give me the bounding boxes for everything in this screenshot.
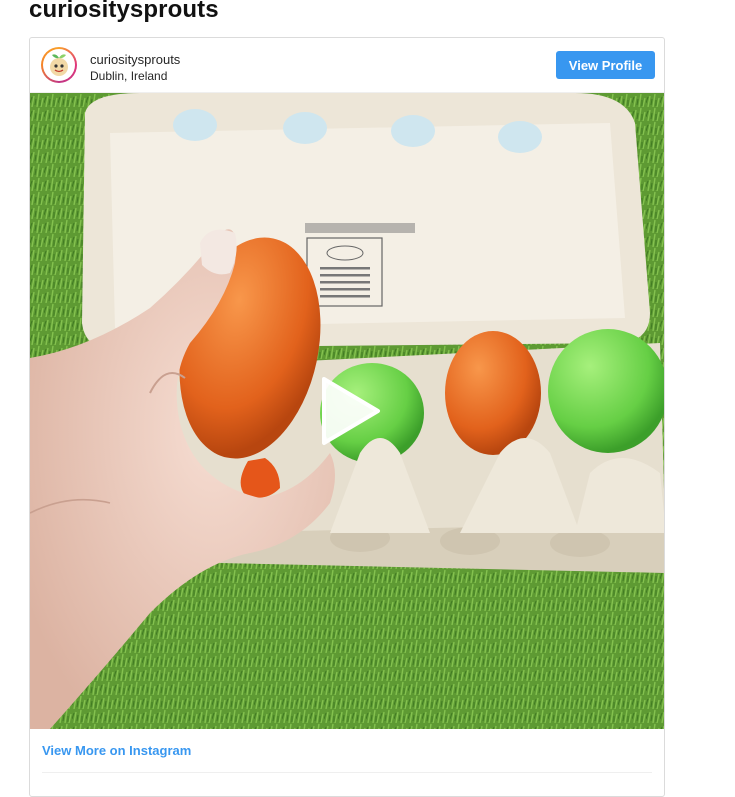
play-icon[interactable] — [316, 371, 386, 451]
page-title: curiositysprouts — [29, 0, 219, 23]
sprout-logo-icon — [50, 54, 68, 76]
view-profile-button[interactable]: View Profile — [556, 51, 655, 79]
location-label[interactable]: Dublin, Ireland — [90, 69, 167, 83]
embed-header: curiositysprouts Dublin, Ireland View Pr… — [30, 38, 664, 93]
view-more-link[interactable]: View More on Instagram — [42, 743, 191, 758]
instagram-embed: curiositysprouts Dublin, Ireland View Pr… — [29, 37, 665, 797]
embed-footer: View More on Instagram — [30, 729, 664, 796]
avatar-image — [43, 49, 75, 81]
footer-divider — [42, 772, 652, 773]
username-link[interactable]: curiositysprouts — [90, 52, 180, 67]
avatar[interactable] — [41, 47, 77, 83]
video-media[interactable] — [30, 93, 664, 729]
